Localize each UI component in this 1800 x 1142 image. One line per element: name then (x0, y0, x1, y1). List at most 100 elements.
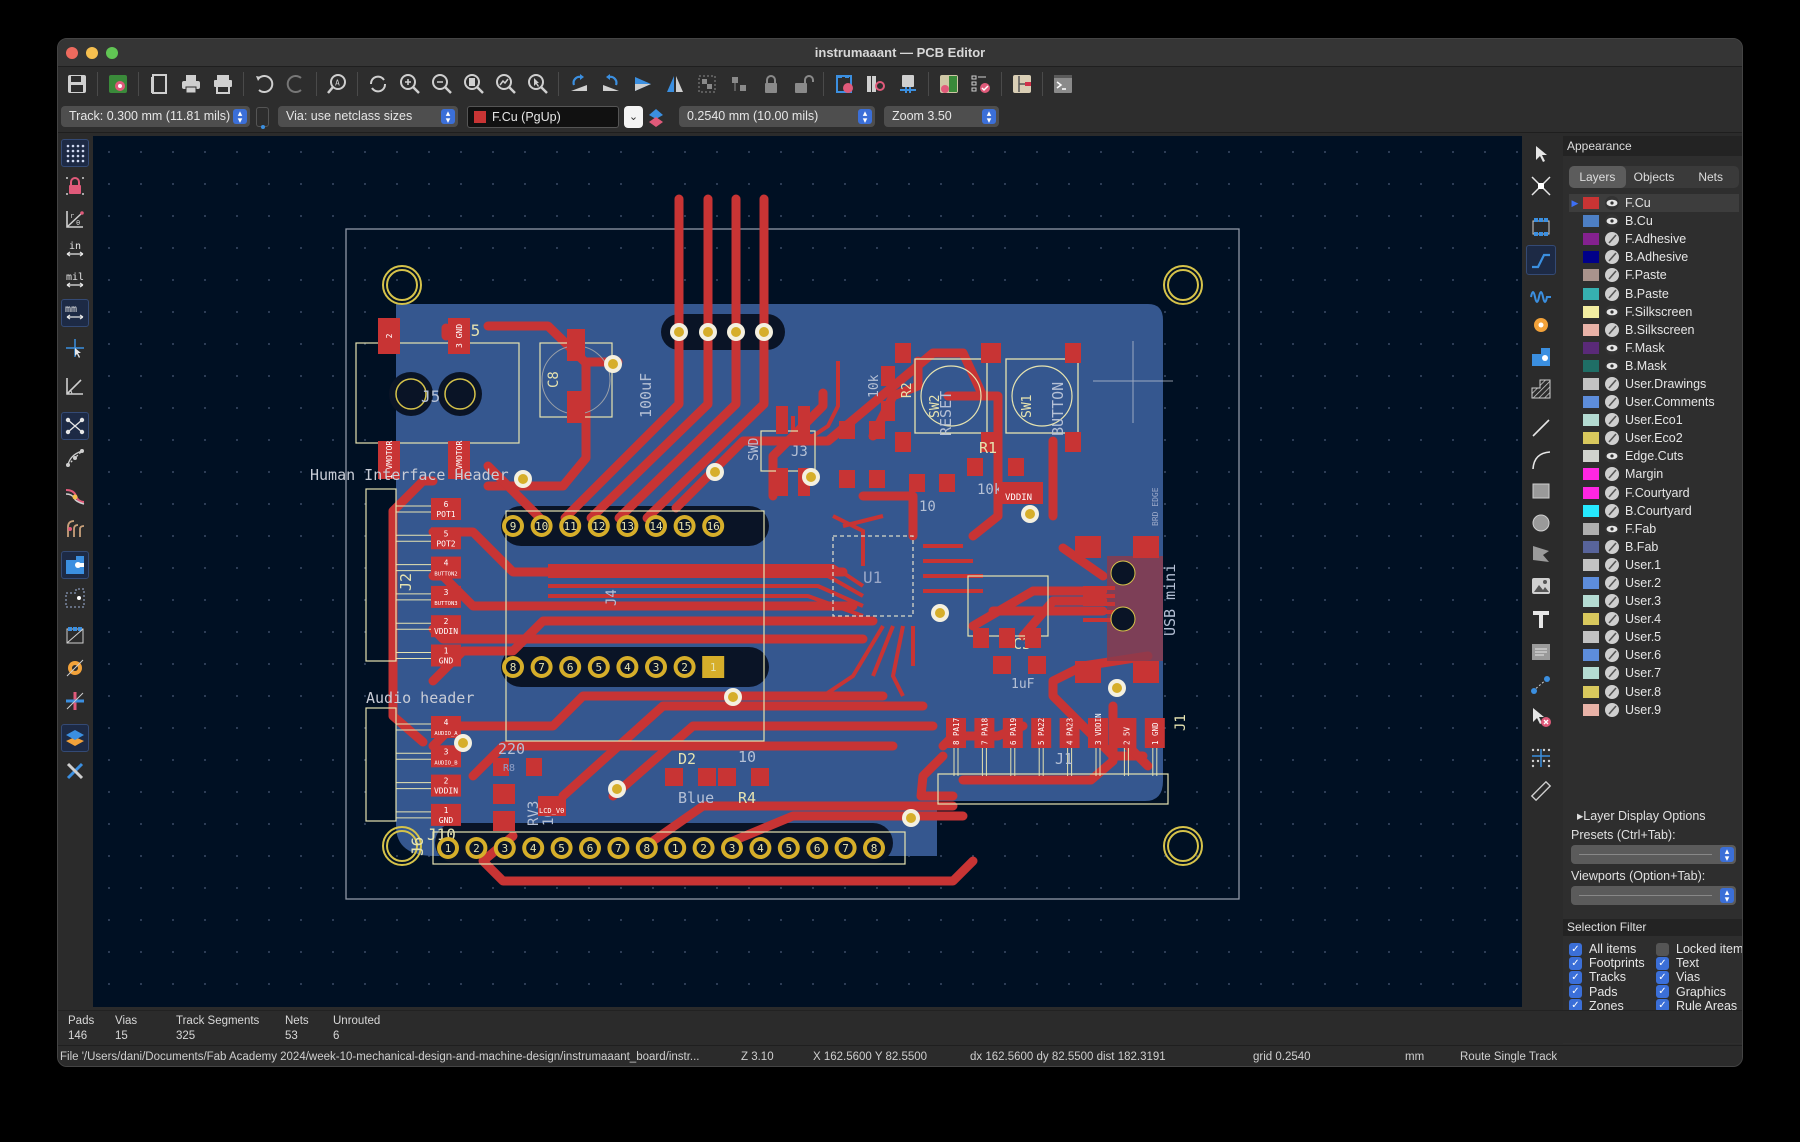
eye-hidden-icon[interactable] (1605, 485, 1619, 500)
eye-hidden-icon[interactable] (1605, 322, 1619, 337)
layer-row-b-silkscreen[interactable]: B.Silkscreen (1569, 321, 1739, 339)
tab-nets[interactable]: Nets (1682, 166, 1739, 188)
eye-icon[interactable] (1605, 340, 1619, 355)
mirror-icon[interactable] (660, 69, 690, 99)
board-setup-icon[interactable] (103, 69, 133, 99)
zoom-fit-icon[interactable] (459, 69, 489, 99)
layer-row-f-paste[interactable]: F.Paste (1569, 266, 1739, 284)
units-mils-icon[interactable]: mil (61, 267, 89, 295)
net-highlight-icon[interactable] (61, 481, 89, 509)
print-icon[interactable] (176, 69, 206, 99)
redo-icon[interactable] (281, 69, 311, 99)
zoom-selection-icon[interactable] (523, 69, 553, 99)
viewports-select[interactable]: ▴ ▾ (1571, 886, 1736, 905)
angle-snap-icon[interactable] (61, 372, 89, 400)
eye-hidden-icon[interactable] (1605, 702, 1619, 717)
plot-icon[interactable] (208, 69, 238, 99)
scripting-console-icon[interactable] (1048, 69, 1078, 99)
layer-row-f-courtyard[interactable]: F.Courtyard (1569, 484, 1739, 502)
layer-color-swatch[interactable] (1583, 595, 1599, 608)
eye-icon[interactable] (1605, 521, 1619, 536)
group-icon[interactable] (692, 69, 722, 99)
add-zone-icon[interactable] (1526, 342, 1556, 372)
zoom-objects-icon[interactable] (491, 69, 521, 99)
eye-hidden-icon[interactable] (1605, 630, 1619, 645)
pcb-canvas[interactable]: U1 RESET BUTTON SW2 SW1 R2 10k R1 10k VD… (93, 136, 1522, 1007)
layer-color-swatch[interactable] (1583, 414, 1599, 427)
outline-mode-icon[interactable] (61, 514, 89, 542)
rotate-cw-icon[interactable] (596, 69, 626, 99)
eye-icon[interactable] (1605, 196, 1619, 211)
add-rule-area-icon[interactable] (1526, 374, 1556, 404)
layer-color-swatch[interactable] (1583, 703, 1599, 716)
save-icon[interactable] (62, 69, 92, 99)
layer-color-swatch[interactable] (1583, 558, 1599, 571)
layer-pair-icon[interactable] (648, 107, 664, 129)
layer-row-user-2[interactable]: User.2 (1569, 574, 1739, 592)
layer-row-user-6[interactable]: User.6 (1569, 646, 1739, 664)
eye-hidden-icon[interactable] (1605, 268, 1619, 283)
layer-color-swatch[interactable] (1583, 215, 1599, 228)
layer-row-b-mask[interactable]: B.Mask (1569, 357, 1739, 375)
grid-size-select[interactable]: 0.2540 mm (10.00 mils) ▴ ▾ (679, 106, 875, 127)
zoom-select[interactable]: Zoom 3.50 ▴ ▾ (884, 106, 999, 127)
measure-icon[interactable] (1526, 776, 1556, 806)
eye-icon[interactable] (1605, 358, 1619, 373)
grid-lock-icon[interactable] (61, 172, 89, 200)
layer-color-swatch[interactable] (1583, 667, 1599, 680)
eye-hidden-icon[interactable] (1605, 594, 1619, 609)
properties-icon[interactable] (61, 757, 89, 785)
select-icon[interactable] (1526, 138, 1556, 168)
eye-icon[interactable] (1605, 304, 1619, 319)
layer-color-swatch[interactable] (1583, 685, 1599, 698)
zone-outline-icon[interactable] (61, 584, 89, 612)
appearance-panel-icon[interactable] (61, 724, 89, 752)
layer-row-user-9[interactable]: User.9 (1569, 701, 1739, 719)
eye-hidden-icon[interactable] (1605, 413, 1619, 428)
layer-row-user-drawings[interactable]: User.Drawings (1569, 375, 1739, 393)
curved-ratsnest-icon[interactable] (61, 444, 89, 472)
pcb-board-view[interactable]: U1 RESET BUTTON SW2 SW1 R2 10k R1 10k VD… (93, 136, 1522, 1007)
add-textbox-icon[interactable] (1526, 637, 1556, 667)
tune-length-icon[interactable] (1526, 279, 1556, 309)
layer-row-margin[interactable]: Margin (1569, 465, 1739, 483)
auto-track-width-toggle[interactable] (256, 107, 269, 129)
track-outline-icon[interactable] (61, 687, 89, 715)
layer-color-swatch[interactable] (1583, 432, 1599, 445)
eye-hidden-icon[interactable] (1605, 666, 1619, 681)
via-outline-icon[interactable] (61, 654, 89, 682)
show-schematic-icon[interactable] (1007, 69, 1037, 99)
layer-color-swatch[interactable] (1583, 287, 1599, 300)
draw-line-icon[interactable] (1526, 413, 1556, 443)
layer-row-b-paste[interactable]: B.Paste (1569, 284, 1739, 302)
eye-hidden-icon[interactable] (1605, 431, 1619, 446)
layer-color-swatch[interactable] (1583, 341, 1599, 354)
layer-color-swatch[interactable] (1583, 504, 1599, 517)
draw-arc-icon[interactable] (1526, 445, 1556, 475)
layer-color-swatch[interactable] (1583, 649, 1599, 662)
page-settings-icon[interactable] (144, 69, 174, 99)
full-crosshair-icon[interactable] (61, 334, 89, 362)
grid-origin-icon[interactable] (1526, 743, 1556, 773)
lock-icon[interactable] (756, 69, 786, 99)
update-pcb-icon[interactable] (829, 69, 859, 99)
layer-row-f-adhesive[interactable]: F.Adhesive (1569, 230, 1739, 248)
layer-color-swatch[interactable] (1583, 359, 1599, 372)
layer-color-swatch[interactable] (1583, 251, 1599, 264)
layer-row-b-courtyard[interactable]: B.Courtyard (1569, 502, 1739, 520)
zoom-out-icon[interactable] (427, 69, 457, 99)
unlock-icon[interactable] (788, 69, 818, 99)
layer-color-swatch[interactable] (1583, 450, 1599, 463)
layer-row-f-silkscreen[interactable]: F.Silkscreen (1569, 303, 1739, 321)
refresh-icon[interactable] (363, 69, 393, 99)
layer-row-b-cu[interactable]: B.Cu (1569, 212, 1739, 230)
layer-color-swatch[interactable] (1583, 522, 1599, 535)
eye-icon[interactable] (1605, 214, 1619, 229)
eye-hidden-icon[interactable] (1605, 286, 1619, 301)
layer-display-options-toggle[interactable]: ▸Layer Display Options (1577, 808, 1706, 823)
polar-coords-icon[interactable]: rθ (61, 205, 89, 233)
eye-hidden-icon[interactable] (1605, 539, 1619, 554)
layer-color-swatch[interactable] (1583, 577, 1599, 590)
footprint-editor-icon[interactable] (893, 69, 923, 99)
ungroup-icon[interactable] (724, 69, 754, 99)
